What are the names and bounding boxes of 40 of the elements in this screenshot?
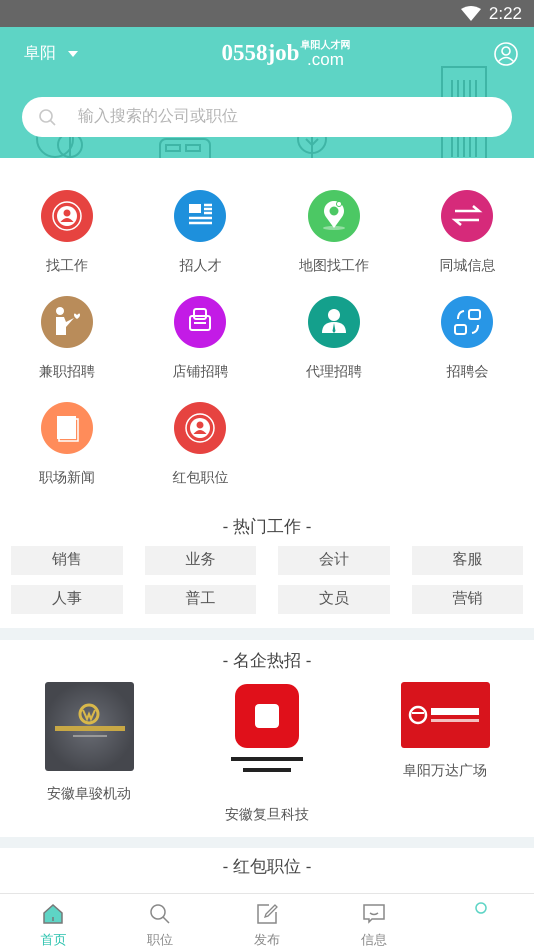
section-title: - 红包职位 - <box>222 856 312 878</box>
section-title: - 名企热招 - <box>222 650 312 672</box>
job-tag[interactable]: 营销 <box>412 585 523 614</box>
home-icon <box>41 902 66 926</box>
status-time: 2:22 <box>488 2 522 25</box>
tab-item[interactable]: 发布 <box>214 894 320 949</box>
job-tag[interactable]: 人事 <box>11 585 122 614</box>
tab-item[interactable]: 职位 <box>106 894 214 949</box>
shortcut-item[interactable]: 同城信息 <box>400 190 534 274</box>
job-tag[interactable]: 业务 <box>144 546 256 575</box>
message-icon <box>362 902 386 926</box>
shortcut-item[interactable]: 招人才 <box>134 190 267 274</box>
job-tag[interactable]: 普工 <box>144 585 256 614</box>
user-icon[interactable] <box>494 42 518 66</box>
search-icon <box>39 109 56 126</box>
job-tag[interactable]: 会计 <box>278 546 390 575</box>
shortcut-item[interactable]: 店铺招聘 <box>134 296 267 380</box>
tab-item[interactable]: 信息 <box>320 894 428 949</box>
shortcut-item[interactable]: 兼职招聘 <box>0 296 134 380</box>
job-tag[interactable]: 销售 <box>11 546 122 575</box>
shortcut-item[interactable]: 招聘会 <box>400 296 534 380</box>
company-item[interactable]: 安徽复旦科技 <box>178 682 356 825</box>
shortcut-item[interactable]: 代理招聘 <box>267 296 400 380</box>
logo-text: 0558job <box>222 40 300 64</box>
caret-icon <box>68 51 78 57</box>
shortcut-item[interactable]: 红包职位 <box>134 402 267 486</box>
job-tag[interactable]: 文员 <box>278 585 390 614</box>
section-title: - 热门工作 - <box>222 516 312 538</box>
logo-tagline: 阜阳人才网 <box>300 40 350 50</box>
company-item[interactable]: 阜阳万达广场 <box>356 682 534 825</box>
search-icon <box>148 902 172 926</box>
job-tag[interactable]: 客服 <box>412 546 523 575</box>
company-item[interactable]: 安徽阜骏机动 <box>0 682 178 825</box>
shortcut-item[interactable]: 职场新闻 <box>0 402 134 486</box>
shortcut-item[interactable]: 找工作 <box>0 190 134 274</box>
shortcut-item[interactable]: 地图找工作 <box>267 190 400 274</box>
logo-suffix: .com <box>307 50 344 68</box>
search-field[interactable]: 输入搜索的公司或职位 <box>22 97 512 137</box>
wifi-icon <box>460 6 481 21</box>
edit-icon <box>254 902 279 926</box>
